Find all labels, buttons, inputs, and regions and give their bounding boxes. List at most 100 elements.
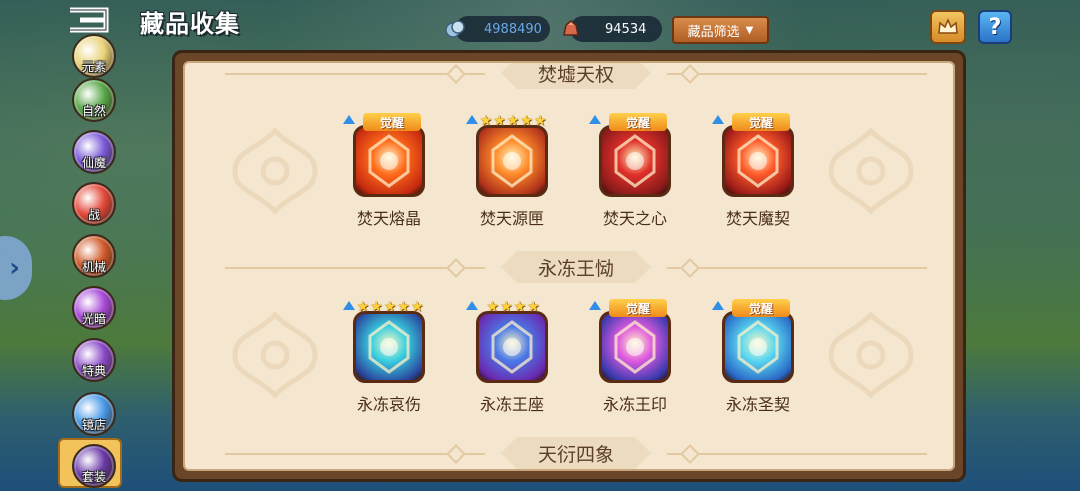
star-icon: ★ xyxy=(499,299,513,315)
awakened-badge: 觉醒 xyxy=(732,113,790,131)
awakened-badge: 觉醒 xyxy=(363,113,421,131)
sidebar-item[interactable]: 战 xyxy=(72,182,116,226)
item-name: 永冻王座 xyxy=(479,395,544,414)
star-rating: ★ ★ ★ ★ ★ xyxy=(476,113,550,129)
awakened-badge: 觉醒 xyxy=(732,299,790,317)
item-name: 焚天魔契 xyxy=(725,209,790,228)
ornament-decoration xyxy=(225,305,325,405)
item-artwork xyxy=(599,125,671,197)
star-rating: ★ ★ ★ ★ xyxy=(476,299,550,315)
star-rating: ★ ★ ★ ★ ★ xyxy=(353,299,427,315)
star-icon: ★ xyxy=(506,113,520,129)
star-icon: ★ xyxy=(493,113,506,129)
sidebar-item-label: 光暗 xyxy=(81,312,106,326)
back-arrow-icon[interactable] xyxy=(62,6,114,34)
sidebar-item-label: 战 xyxy=(87,208,100,222)
collection-item[interactable]: ★ ★ ★ ★ 永冻王座 xyxy=(462,299,562,414)
star-icon: ★ xyxy=(533,113,547,129)
crystal-icon xyxy=(444,18,466,40)
sidebar-item-label: 镜店 xyxy=(81,418,106,432)
divider-diamond xyxy=(446,258,466,278)
upgrade-arrow-icon xyxy=(589,115,601,124)
item-artwork xyxy=(353,125,425,197)
item-artwork xyxy=(353,311,425,383)
star-icon: ★ xyxy=(370,299,383,315)
item-artwork xyxy=(722,125,794,197)
upgrade-arrow-icon xyxy=(712,301,724,310)
collection-scroll-area[interactable]: 焚墟天权 觉醒 焚天熔晶 ★ ★ ★ ★ ★ 焚天源匣 觉醒 焚天之心 觉醒 焚天魔契 永冻王恸 ★ ★ ★ ★ ★… xyxy=(183,61,955,471)
collection-item[interactable]: ★ ★ ★ ★ ★ 永冻哀伤 xyxy=(339,299,439,414)
divider-diamond xyxy=(446,64,466,84)
star-icon: ★ xyxy=(513,299,527,315)
item-name: 焚天之心 xyxy=(602,209,667,228)
item-name: 永冻圣契 xyxy=(725,395,790,414)
upgrade-arrow-icon xyxy=(712,115,724,124)
sidebar-item-label: 仙魔 xyxy=(81,156,106,170)
divider-diamond xyxy=(446,444,466,464)
collection-panel: 焚墟天权 觉醒 焚天熔晶 ★ ★ ★ ★ ★ 焚天源匣 觉醒 焚天之心 觉醒 焚天魔契 永冻王恸 ★ ★ ★ ★ ★… xyxy=(172,50,966,482)
section-title: 永冻王恸 xyxy=(501,251,651,283)
divider-diamond xyxy=(680,444,700,464)
filter-label: 藏品筛选 xyxy=(687,24,740,40)
collection-item[interactable]: ★ ★ ★ ★ ★ 焚天源匣 xyxy=(462,113,562,228)
help-button[interactable]: ? xyxy=(978,10,1012,44)
item-name: 焚天源匣 xyxy=(479,209,544,228)
star-icon: ★ xyxy=(356,299,370,315)
star-icon: ★ xyxy=(410,299,424,315)
sidebar-item-label: 套装 xyxy=(81,470,106,484)
filter-dropdown[interactable]: 藏品筛选 ▼ xyxy=(672,16,769,44)
item-artwork xyxy=(599,311,671,383)
collection-item[interactable]: 觉醒焚天魔契 xyxy=(708,113,808,228)
gem-amount: 94534 xyxy=(605,22,647,37)
upgrade-arrow-icon xyxy=(589,301,601,310)
item-artwork xyxy=(476,125,548,197)
collection-item[interactable]: 觉醒永冻王印 xyxy=(585,299,685,414)
item-artwork xyxy=(476,311,548,383)
star-icon: ★ xyxy=(527,299,540,315)
star-icon: ★ xyxy=(520,113,533,129)
star-icon: ★ xyxy=(383,299,397,315)
ornament-decoration xyxy=(821,121,921,221)
chevron-right-icon: › xyxy=(9,253,20,283)
section-divider xyxy=(667,73,927,75)
ornament-decoration xyxy=(821,305,921,405)
divider-diamond xyxy=(680,258,700,278)
star-icon: ★ xyxy=(479,113,493,129)
star-icon: ★ xyxy=(486,299,499,315)
sidebar-item-label: 元素 xyxy=(81,60,106,74)
sidebar-item[interactable]: 自然 xyxy=(72,78,116,122)
crown-button[interactable] xyxy=(930,10,966,44)
section-title: 焚墟天权 xyxy=(501,63,651,89)
sidebar-item-label: 特典 xyxy=(81,364,106,378)
item-name: 焚天熔晶 xyxy=(356,209,421,228)
sidebar-item[interactable]: 元素 xyxy=(72,34,116,78)
gem-pouch-icon xyxy=(560,17,582,39)
page-title: 藏品收集 xyxy=(140,10,240,38)
collection-item[interactable]: 觉醒永冻圣契 xyxy=(708,299,808,414)
chevron-down-icon: ▼ xyxy=(745,24,754,36)
item-artwork xyxy=(722,311,794,383)
awakened-badge: 觉醒 xyxy=(609,299,667,317)
crystal-amount: 4988490 xyxy=(484,22,542,37)
sidebar-item[interactable]: 套装 xyxy=(58,438,122,488)
sidebar-item[interactable]: 镜店 xyxy=(72,392,116,436)
item-name: 永冻哀伤 xyxy=(356,395,421,414)
divider-diamond xyxy=(680,64,700,84)
sidebar-item[interactable]: 仙魔 xyxy=(72,130,116,174)
upgrade-arrow-icon xyxy=(343,115,355,124)
sidebar-item[interactable]: 机械 xyxy=(72,234,116,278)
ornament-decoration xyxy=(225,121,325,221)
section-divider xyxy=(667,267,927,269)
item-name: 永冻王印 xyxy=(602,395,667,414)
sidebar-item-label: 机械 xyxy=(81,260,106,274)
crown-icon xyxy=(938,18,958,34)
collection-item[interactable]: 觉醒焚天熔晶 xyxy=(339,113,439,228)
sidebar-item[interactable]: 光暗 xyxy=(72,286,116,330)
star-icon: ★ xyxy=(397,299,410,315)
collection-item[interactable]: 觉醒焚天之心 xyxy=(585,113,685,228)
awakened-badge: 觉醒 xyxy=(609,113,667,131)
section-divider xyxy=(667,453,927,455)
sidebar-item[interactable]: 特典 xyxy=(72,338,116,382)
sidebar-item-label: 自然 xyxy=(81,104,106,118)
section-title: 天衍四象 xyxy=(501,437,651,469)
